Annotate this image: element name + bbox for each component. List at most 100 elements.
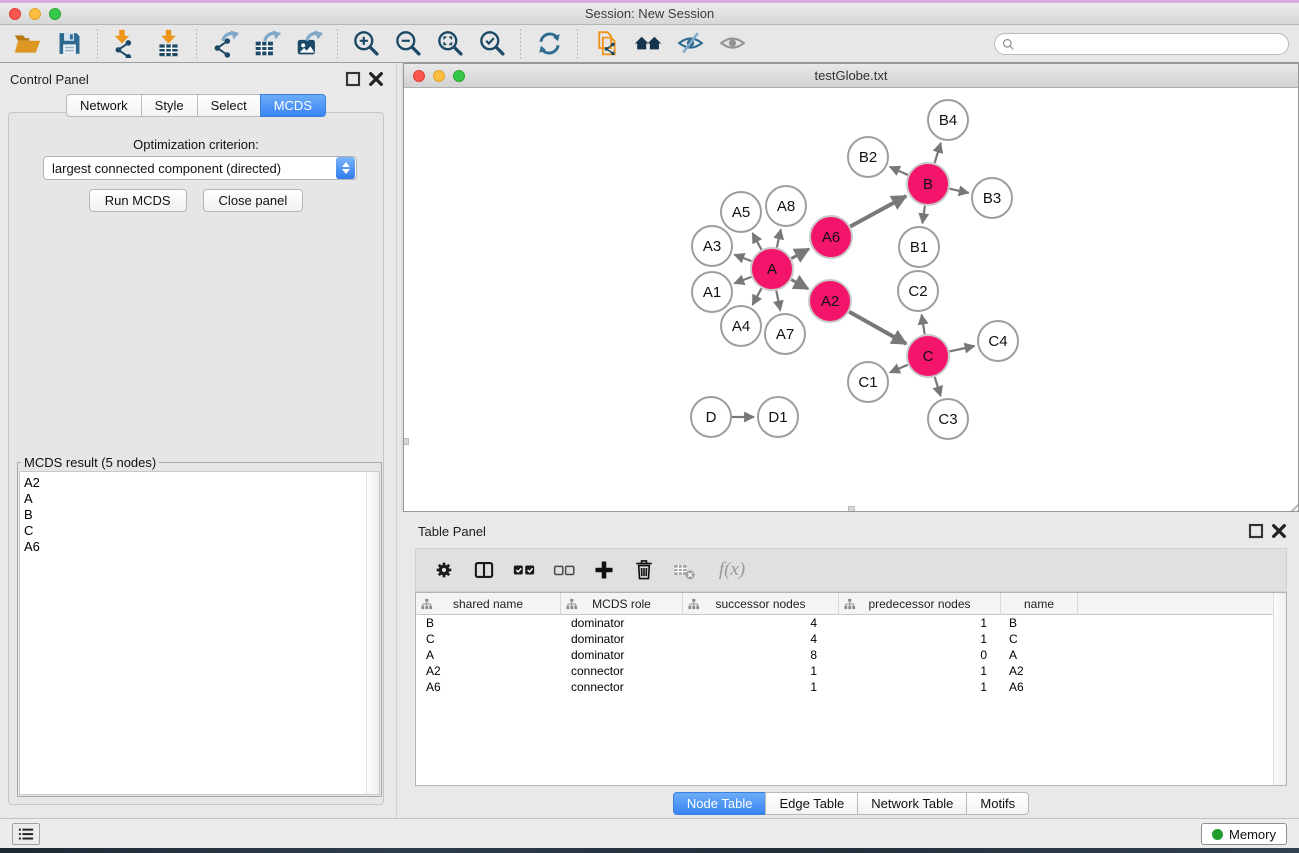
edge-C-C4[interactable] bbox=[950, 346, 975, 351]
node-B4[interactable]: B4 bbox=[928, 100, 968, 140]
resize-handle-left[interactable] bbox=[404, 438, 409, 445]
node-D1[interactable]: D1 bbox=[758, 397, 798, 437]
float-table-panel-button[interactable] bbox=[1248, 524, 1264, 538]
resize-grip-corner[interactable] bbox=[1285, 498, 1298, 511]
column-header-name[interactable]: name bbox=[1001, 593, 1078, 614]
network-canvas[interactable]: B4B2BB3A5A8A6A3B1AA1C2A2A4A7C4CC1C3DD1 bbox=[404, 88, 1298, 511]
add-column-button[interactable] bbox=[586, 552, 622, 588]
node-C1[interactable]: C1 bbox=[848, 362, 888, 402]
node-C4[interactable]: C4 bbox=[978, 321, 1018, 361]
column-header-successor-nodes[interactable]: successor nodes bbox=[683, 593, 839, 614]
table-row[interactable]: Cdominator41C bbox=[416, 631, 1286, 647]
table-settings-button[interactable] bbox=[426, 552, 462, 588]
mcds-result-item[interactable]: C bbox=[20, 523, 379, 539]
zoom-selected-button[interactable] bbox=[471, 27, 513, 61]
close-panel-button[interactable] bbox=[368, 72, 384, 86]
close-table-panel-button[interactable] bbox=[1271, 524, 1287, 538]
edge-A-A4[interactable] bbox=[753, 288, 762, 305]
hide-selection-button[interactable] bbox=[669, 27, 711, 61]
node-A[interactable]: A bbox=[751, 248, 793, 290]
table-row[interactable]: A6connector11A6 bbox=[416, 679, 1286, 695]
open-session-button[interactable] bbox=[6, 27, 48, 61]
table-tab-node-table[interactable]: Node Table bbox=[673, 792, 767, 815]
criterion-dropdown[interactable]: largest connected component (directed) bbox=[43, 156, 357, 180]
table-tab-motifs[interactable]: Motifs bbox=[966, 792, 1029, 815]
edge-B-B3[interactable] bbox=[950, 189, 969, 193]
zoom-in-button[interactable] bbox=[345, 27, 387, 61]
node-A3[interactable]: A3 bbox=[692, 226, 732, 266]
edge-C-C3[interactable] bbox=[935, 377, 941, 396]
edge-A-A6[interactable] bbox=[791, 249, 809, 259]
mcds-result-list[interactable]: A2ABCA6 bbox=[19, 471, 380, 795]
resize-handle-bottom[interactable] bbox=[848, 506, 855, 511]
edge-A-A1[interactable] bbox=[734, 277, 751, 284]
tab-network[interactable]: Network bbox=[66, 94, 142, 117]
node-C3[interactable]: C3 bbox=[928, 399, 968, 439]
export-network-button[interactable] bbox=[204, 27, 246, 61]
edge-A6-B[interactable] bbox=[850, 196, 906, 227]
float-panel-button[interactable] bbox=[345, 72, 361, 86]
node-B3[interactable]: B3 bbox=[972, 178, 1012, 218]
list-scrollbar[interactable] bbox=[366, 472, 379, 794]
delete-column-button[interactable] bbox=[626, 552, 662, 588]
column-header-shared-name[interactable]: shared name bbox=[416, 593, 561, 614]
run-mcds-button[interactable]: Run MCDS bbox=[89, 189, 187, 212]
first-neighbors-button[interactable] bbox=[627, 27, 669, 61]
memory-button[interactable]: Memory bbox=[1201, 823, 1287, 845]
import-table-button[interactable] bbox=[147, 27, 189, 61]
node-A6[interactable]: A6 bbox=[810, 216, 852, 258]
tab-select[interactable]: Select bbox=[197, 94, 261, 117]
new-network-from-selection-button[interactable] bbox=[585, 27, 627, 61]
search-input[interactable] bbox=[1020, 35, 1288, 53]
table-scrollbar[interactable] bbox=[1273, 593, 1286, 785]
edge-A-A3[interactable] bbox=[734, 255, 751, 262]
search-field[interactable] bbox=[994, 33, 1289, 55]
node-A8[interactable]: A8 bbox=[766, 186, 806, 226]
select-all-columns-button[interactable] bbox=[506, 552, 542, 588]
save-session-button[interactable] bbox=[48, 27, 90, 61]
import-network-button[interactable] bbox=[105, 27, 147, 61]
export-table-button[interactable] bbox=[246, 27, 288, 61]
table-tab-network-table[interactable]: Network Table bbox=[857, 792, 967, 815]
edge-A2-C[interactable] bbox=[849, 312, 906, 344]
node-C2[interactable]: C2 bbox=[898, 271, 938, 311]
edge-B-B2[interactable] bbox=[890, 167, 908, 175]
edge-C-C2[interactable] bbox=[922, 315, 925, 335]
network-window-titlebar[interactable]: testGlobe.txt bbox=[404, 64, 1298, 88]
node-A2[interactable]: A2 bbox=[809, 280, 851, 322]
table-row[interactable]: Bdominator41B bbox=[416, 615, 1286, 631]
node-C[interactable]: C bbox=[907, 335, 949, 377]
column-header-MCDS-role[interactable]: MCDS role bbox=[561, 593, 683, 614]
node-A4[interactable]: A4 bbox=[721, 306, 761, 346]
node-D[interactable]: D bbox=[691, 397, 731, 437]
close-panel-action-button[interactable]: Close panel bbox=[203, 189, 304, 212]
column-header-predecessor-nodes[interactable]: predecessor nodes bbox=[839, 593, 1001, 614]
mcds-result-item[interactable]: A bbox=[20, 491, 379, 507]
node-A1[interactable]: A1 bbox=[692, 272, 732, 312]
edge-A-A8[interactable] bbox=[777, 229, 781, 247]
table-row[interactable]: A2connector11A2 bbox=[416, 663, 1286, 679]
tab-mcds[interactable]: MCDS bbox=[260, 94, 326, 117]
node-A7[interactable]: A7 bbox=[765, 314, 805, 354]
tab-style[interactable]: Style bbox=[141, 94, 198, 117]
node-B[interactable]: B bbox=[907, 163, 949, 205]
zoom-out-button[interactable] bbox=[387, 27, 429, 61]
mcds-result-item[interactable]: B bbox=[20, 507, 379, 523]
edge-A-A5[interactable] bbox=[753, 233, 762, 250]
split-view-button[interactable] bbox=[466, 552, 502, 588]
mcds-result-item[interactable]: A2 bbox=[20, 475, 379, 491]
task-history-button[interactable] bbox=[12, 823, 40, 845]
zoom-fit-button[interactable] bbox=[429, 27, 471, 61]
edge-B-B1[interactable] bbox=[922, 206, 925, 223]
table-tab-edge-table[interactable]: Edge Table bbox=[765, 792, 858, 815]
edge-A-A2[interactable] bbox=[791, 280, 808, 289]
node-B1[interactable]: B1 bbox=[899, 227, 939, 267]
export-image-button[interactable] bbox=[288, 27, 330, 61]
apply-layout-button[interactable] bbox=[528, 27, 570, 61]
deselect-all-columns-button[interactable] bbox=[546, 552, 582, 588]
edge-C-C1[interactable] bbox=[890, 365, 908, 373]
edge-A-A7[interactable] bbox=[776, 291, 780, 311]
network-graph[interactable]: B4B2BB3A5A8A6A3B1AA1C2A2A4A7C4CC1C3DD1 bbox=[404, 88, 1298, 511]
table-row[interactable]: Adominator80A bbox=[416, 647, 1286, 663]
mcds-result-item[interactable]: A6 bbox=[20, 539, 379, 555]
